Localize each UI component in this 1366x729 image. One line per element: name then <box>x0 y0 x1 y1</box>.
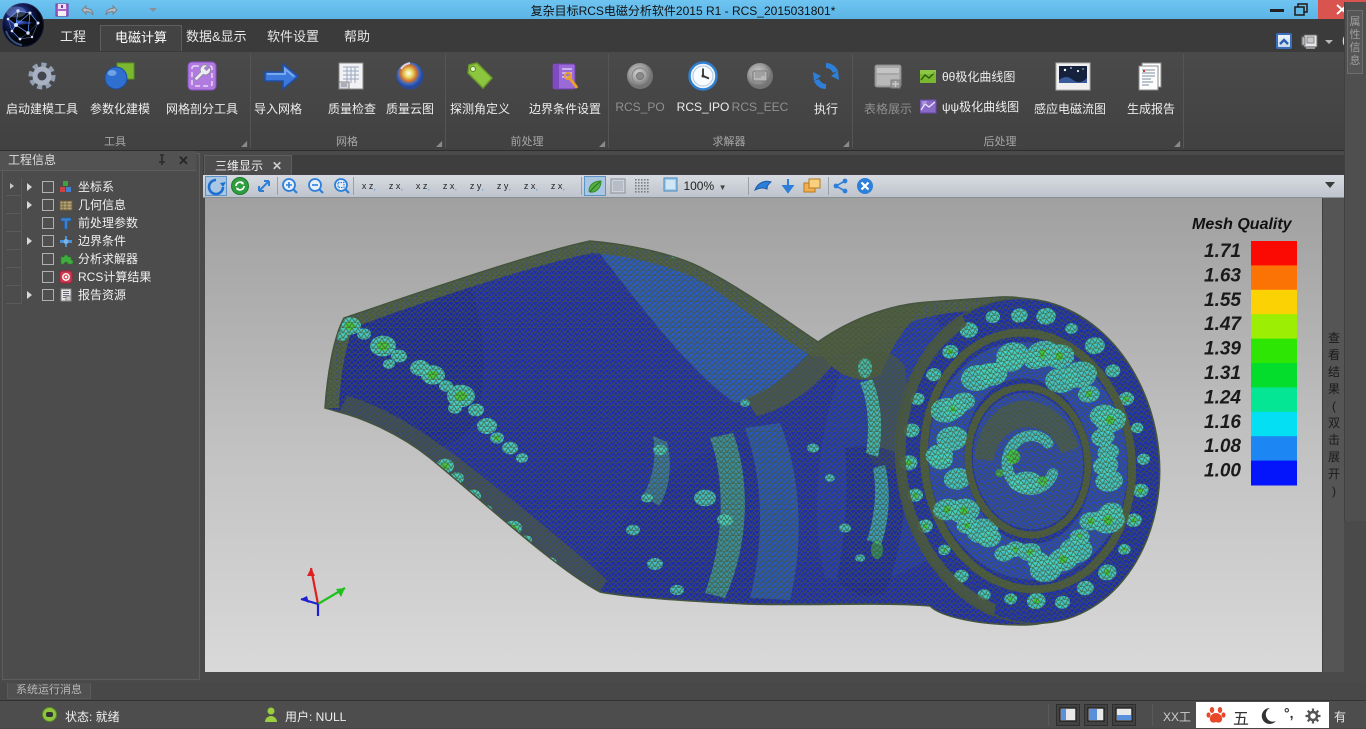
svg-text:1.31: 1.31 <box>1204 363 1241 384</box>
svg-text:Mesh Quality: Mesh Quality <box>1192 216 1293 233</box>
svg-text:1.55: 1.55 <box>1204 290 1241 311</box>
svg-text:1.39: 1.39 <box>1204 339 1241 360</box>
svg-text:1.47: 1.47 <box>1204 314 1242 335</box>
svg-text:1.71: 1.71 <box>1204 241 1241 262</box>
svg-text:1.16: 1.16 <box>1204 412 1241 433</box>
svg-text:1.63: 1.63 <box>1204 265 1241 286</box>
svg-text:1.08: 1.08 <box>1204 436 1241 457</box>
svg-text:1.00: 1.00 <box>1204 461 1241 482</box>
svg-text:1.24: 1.24 <box>1204 387 1241 408</box>
